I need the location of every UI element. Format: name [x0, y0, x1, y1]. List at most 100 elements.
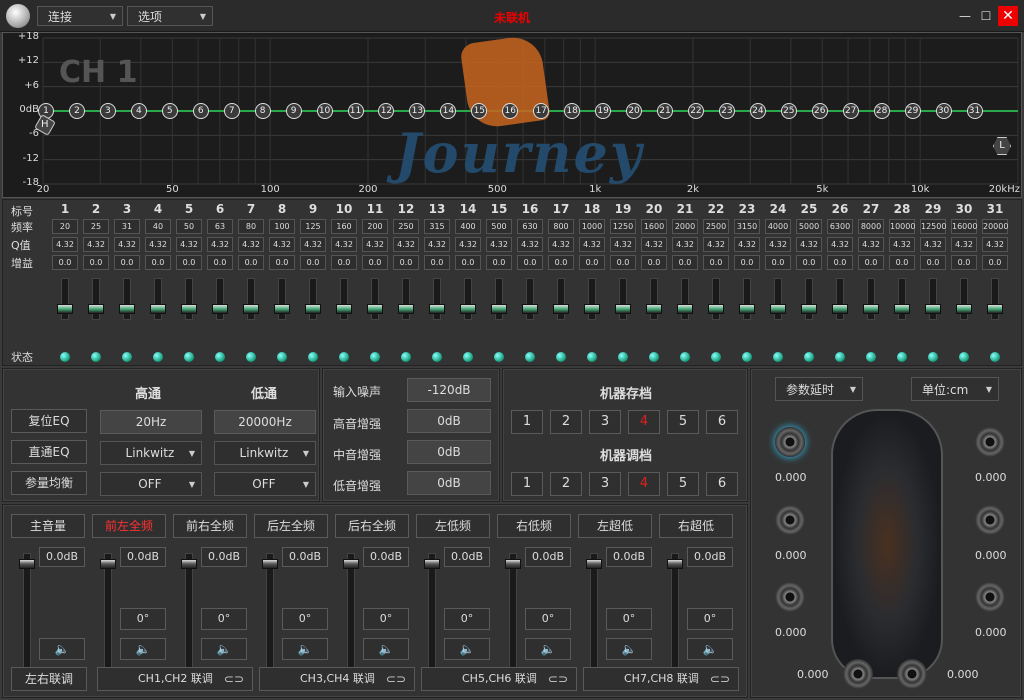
- eq-band-point[interactable]: 10: [316, 103, 333, 119]
- slider-handle[interactable]: [88, 304, 104, 314]
- load-preset-slot[interactable]: 4: [628, 472, 660, 496]
- channel-link-button[interactable]: CH7,CH8 联调 ⊂⊃: [583, 667, 739, 691]
- band-q-field[interactable]: 4.32: [455, 237, 481, 252]
- load-preset-slot[interactable]: 5: [667, 472, 699, 496]
- channel-tab[interactable]: 主音量: [11, 514, 85, 538]
- channel-volume-slider[interactable]: [266, 553, 274, 685]
- slider-handle[interactable]: [212, 304, 228, 314]
- channel-link-button[interactable]: CH3,CH4 联调 ⊂⊃: [259, 667, 415, 691]
- slider-handle[interactable]: [398, 304, 414, 314]
- band-freq-field[interactable]: 25: [83, 219, 109, 234]
- slider-handle[interactable]: [367, 304, 383, 314]
- band-freq-field[interactable]: 8000: [858, 219, 884, 234]
- band-q-field[interactable]: 4.32: [176, 237, 202, 252]
- eq-band-point[interactable]: 21: [657, 103, 673, 119]
- band-state-indicator[interactable]: [835, 352, 845, 362]
- slider-handle[interactable]: [586, 559, 602, 569]
- channel-volume-slider[interactable]: [104, 553, 112, 685]
- eq-band-point[interactable]: 28: [873, 103, 890, 119]
- channel-volume-slider[interactable]: [590, 553, 598, 685]
- band-gain-field[interactable]: 0.0: [207, 255, 233, 270]
- slider-handle[interactable]: [584, 304, 600, 314]
- eq-band-point[interactable]: 11: [347, 103, 364, 119]
- hp-freq-field[interactable]: 20Hz: [100, 410, 202, 434]
- reset-eq-button[interactable]: 复位EQ: [11, 409, 87, 433]
- band-gain-field[interactable]: 0.0: [579, 255, 605, 270]
- band-q-field[interactable]: 4.32: [765, 237, 791, 252]
- band-q-field[interactable]: 4.32: [83, 237, 109, 252]
- slider-handle[interactable]: [522, 304, 538, 314]
- channel-level-field[interactable]: 0.0dB: [39, 547, 85, 567]
- treble-field[interactable]: 0dB: [407, 409, 491, 433]
- band-q-field[interactable]: 4.32: [982, 237, 1008, 252]
- band-q-field[interactable]: 4.32: [362, 237, 388, 252]
- save-preset-slot[interactable]: 5: [667, 410, 699, 434]
- speaker-mute-icon[interactable]: 🔈: [525, 638, 571, 660]
- slider-handle[interactable]: [460, 304, 476, 314]
- speaker-mute-icon[interactable]: 🔈: [444, 638, 490, 660]
- band-freq-field[interactable]: 250: [393, 219, 419, 234]
- band-freq-field[interactable]: 315: [424, 219, 450, 234]
- slider-handle[interactable]: [119, 304, 135, 314]
- channel-level-field[interactable]: 0.0dB: [201, 547, 247, 567]
- band-gain-field[interactable]: 0.0: [300, 255, 326, 270]
- speaker-mute-icon[interactable]: 🔈: [687, 638, 733, 660]
- band-freq-field[interactable]: 63: [207, 219, 233, 234]
- hp-slope-select[interactable]: OFF ▼: [100, 472, 202, 496]
- hp-type-select[interactable]: Linkwitz ▼: [100, 441, 202, 465]
- channel-level-field[interactable]: 0.0dB: [282, 547, 328, 567]
- slider-handle[interactable]: [181, 304, 197, 314]
- save-preset-slot[interactable]: 2: [550, 410, 582, 434]
- band-q-field[interactable]: 4.32: [114, 237, 140, 252]
- band-freq-field[interactable]: 125: [300, 219, 326, 234]
- slider-handle[interactable]: [274, 304, 290, 314]
- speaker-sub-right-icon[interactable]: [897, 659, 927, 689]
- channel-phase-field[interactable]: 0°: [363, 608, 409, 630]
- unit-select[interactable]: 单位:cm ▼: [911, 377, 999, 401]
- maximize-icon[interactable]: ☐: [977, 7, 995, 25]
- band-state-indicator[interactable]: [649, 352, 659, 362]
- eq-band-point[interactable]: 31: [966, 103, 983, 119]
- band-q-field[interactable]: 4.32: [548, 237, 574, 252]
- band-gain-field[interactable]: 0.0: [269, 255, 295, 270]
- speaker-front-left-mid-icon[interactable]: [775, 505, 805, 535]
- band-gain-field[interactable]: 0.0: [83, 255, 109, 270]
- speaker-mute-icon[interactable]: 🔈: [120, 638, 166, 660]
- channel-level-field[interactable]: 0.0dB: [363, 547, 409, 567]
- band-freq-field[interactable]: 2500: [703, 219, 729, 234]
- band-freq-field[interactable]: 31: [114, 219, 140, 234]
- band-state-indicator[interactable]: [215, 352, 225, 362]
- channel-phase-field[interactable]: 0°: [606, 608, 652, 630]
- band-state-indicator[interactable]: [277, 352, 287, 362]
- band-freq-field[interactable]: 100: [269, 219, 295, 234]
- band-state-indicator[interactable]: [60, 352, 70, 362]
- slider-handle[interactable]: [987, 304, 1003, 314]
- band-freq-field[interactable]: 50: [176, 219, 202, 234]
- slider-handle[interactable]: [832, 304, 848, 314]
- channel-phase-field[interactable]: 0°: [444, 608, 490, 630]
- slider-handle[interactable]: [677, 304, 693, 314]
- eq-band-point[interactable]: 26: [811, 103, 828, 119]
- eq-band-point[interactable]: 22: [687, 103, 704, 119]
- speaker-mute-icon[interactable]: 🔈: [39, 638, 85, 660]
- band-q-field[interactable]: 4.32: [951, 237, 977, 252]
- band-state-indicator[interactable]: [370, 352, 380, 362]
- bass-field[interactable]: 0dB: [407, 471, 491, 495]
- slider-handle[interactable]: [894, 304, 910, 314]
- eq-band-point[interactable]: 19: [595, 103, 612, 119]
- save-preset-slot[interactable]: 4: [628, 410, 660, 434]
- slider-handle[interactable]: [305, 304, 321, 314]
- speaker-mute-icon[interactable]: 🔈: [282, 638, 328, 660]
- slider-handle[interactable]: [19, 559, 35, 569]
- band-q-field[interactable]: 4.32: [703, 237, 729, 252]
- band-gain-field[interactable]: 0.0: [362, 255, 388, 270]
- band-state-indicator[interactable]: [401, 352, 411, 362]
- eq-band-point[interactable]: 29: [904, 103, 921, 119]
- band-gain-field[interactable]: 0.0: [827, 255, 853, 270]
- delay-mode-select[interactable]: 参数延时 ▼: [775, 377, 863, 401]
- slider-handle[interactable]: [343, 559, 359, 569]
- channel-volume-slider[interactable]: [347, 553, 355, 685]
- band-freq-field[interactable]: 20: [52, 219, 78, 234]
- band-q-field[interactable]: 4.32: [300, 237, 326, 252]
- band-gain-field[interactable]: 0.0: [517, 255, 543, 270]
